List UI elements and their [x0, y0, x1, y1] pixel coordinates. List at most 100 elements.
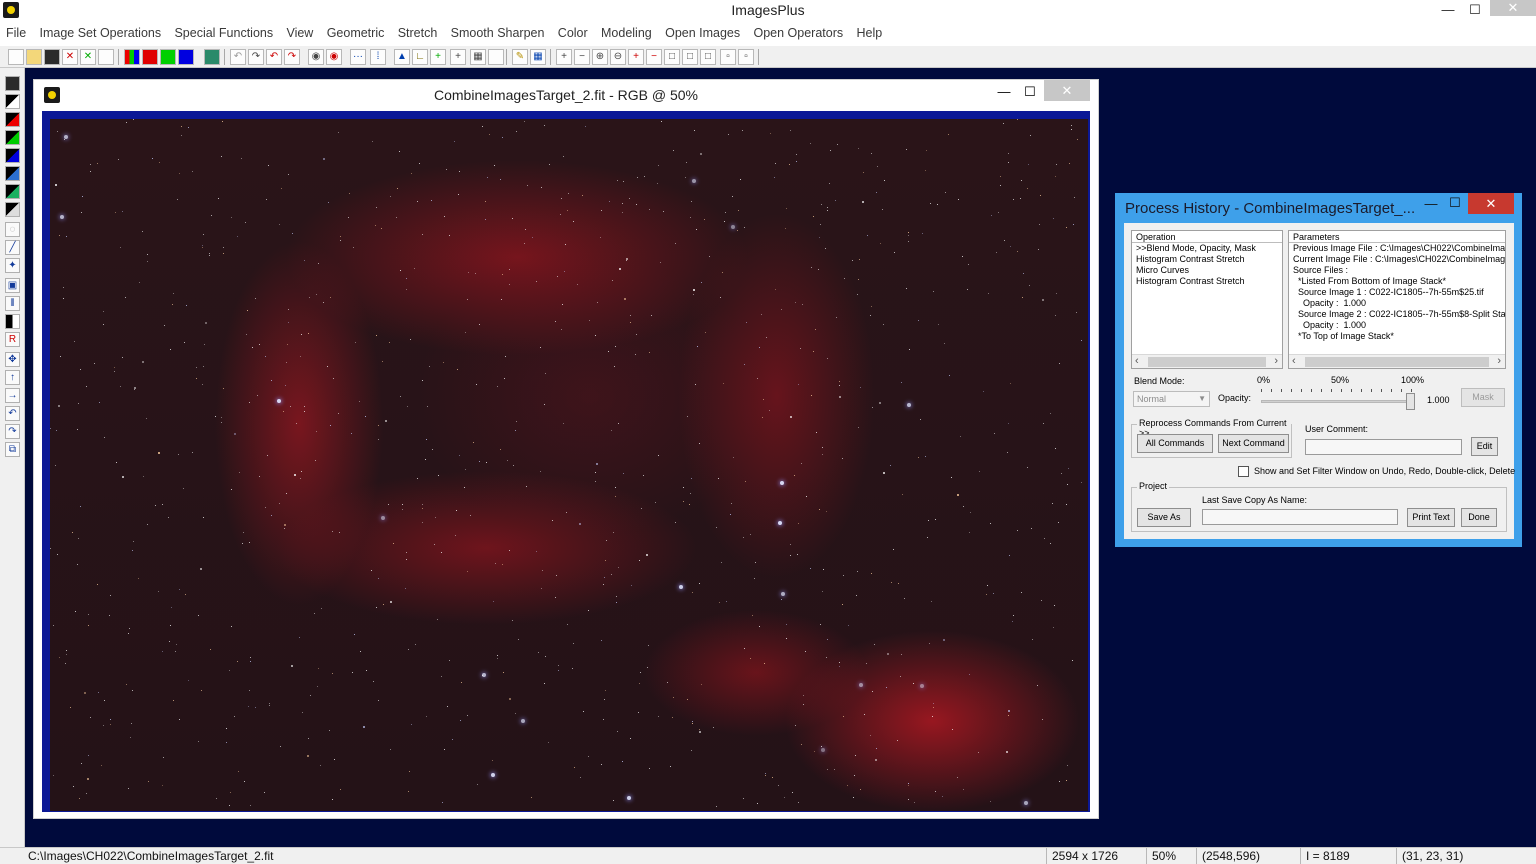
- frame-2-icon[interactable]: □: [682, 49, 698, 65]
- zoom-actual-icon[interactable]: ⊖: [610, 49, 626, 65]
- mask-red-target-icon[interactable]: ◉: [326, 49, 342, 65]
- menu-image-set-operations[interactable]: Image Set Operations: [40, 22, 162, 44]
- image-window-close-button[interactable]: ✕: [1044, 80, 1090, 101]
- tool-square-icon[interactable]: ▣: [5, 278, 20, 293]
- tool-teal-icon[interactable]: [5, 184, 20, 199]
- crosshair-green-icon[interactable]: +: [430, 49, 446, 65]
- save-as-button[interactable]: Save As: [1137, 508, 1191, 527]
- save-disk-icon[interactable]: [44, 49, 60, 65]
- nebula-image[interactable]: [50, 119, 1088, 811]
- tool-split-icon[interactable]: [5, 314, 20, 329]
- operation-list[interactable]: Operation >>Blend Mode, Opacity, Mask Hi…: [1131, 230, 1283, 369]
- new-file-icon[interactable]: [8, 49, 24, 65]
- tool-bars-icon[interactable]: ⫴: [5, 296, 20, 311]
- last-save-name-field[interactable]: [1202, 509, 1398, 525]
- tool-gray-icon[interactable]: [5, 202, 20, 217]
- tool-black-icon[interactable]: [5, 94, 20, 109]
- process-history-maximize-button[interactable]: ☐: [1444, 195, 1466, 211]
- dots-line-icon[interactable]: ···: [350, 49, 366, 65]
- process-history-close-button[interactable]: ✕: [1468, 193, 1514, 214]
- scroll-right-icon[interactable]: ›: [1497, 355, 1501, 368]
- redo-all-icon[interactable]: ↷: [284, 49, 300, 65]
- undo-icon[interactable]: ↶: [266, 49, 282, 65]
- frame-3-icon[interactable]: □: [700, 49, 716, 65]
- tool-star-icon[interactable]: ✦: [5, 258, 20, 273]
- menu-smooth-sharpen[interactable]: Smooth Sharpen: [451, 22, 545, 44]
- tool-r-icon[interactable]: R: [5, 332, 20, 347]
- zoom-in-icon[interactable]: +: [556, 49, 572, 65]
- red-channel-icon[interactable]: [142, 49, 158, 65]
- parameters-scrollbar[interactable]: ‹ ›: [1289, 354, 1505, 368]
- show-filter-checkbox[interactable]: [1238, 466, 1249, 477]
- tool-right-arrow-icon[interactable]: →: [5, 388, 20, 403]
- mask-target-icon[interactable]: ◉: [308, 49, 324, 65]
- scroll-thumb[interactable]: [1305, 357, 1489, 367]
- image-edit-icon[interactable]: [488, 49, 504, 65]
- frame-5-icon[interactable]: ▫: [738, 49, 754, 65]
- operation-header[interactable]: Operation: [1132, 231, 1282, 243]
- user-comment-field[interactable]: [1305, 439, 1462, 455]
- print-text-button[interactable]: Print Text: [1407, 508, 1455, 527]
- operation-item[interactable]: Histogram Contrast Stretch: [1132, 276, 1282, 287]
- scroll-left-icon[interactable]: ‹: [1135, 355, 1139, 368]
- menu-color[interactable]: Color: [558, 22, 588, 44]
- tool-cyan-icon[interactable]: [5, 166, 20, 181]
- print-icon[interactable]: [98, 49, 114, 65]
- table-icon[interactable]: ▦: [530, 49, 546, 65]
- frame-4-icon[interactable]: ▫: [720, 49, 736, 65]
- done-button[interactable]: Done: [1461, 508, 1497, 527]
- scroll-left-icon[interactable]: ‹: [1292, 355, 1296, 368]
- image-window[interactable]: CombineImagesTarget_2.fit - RGB @ 50% — …: [33, 79, 1099, 819]
- opacity-slider-track[interactable]: [1261, 400, 1411, 403]
- close-image-icon[interactable]: ✕: [62, 49, 78, 65]
- parameters-header[interactable]: Parameters: [1289, 231, 1505, 243]
- tool-green-icon[interactable]: [5, 130, 20, 145]
- curve-icon[interactable]: ∟: [412, 49, 428, 65]
- operation-item[interactable]: Micro Curves: [1132, 265, 1282, 276]
- next-command-button[interactable]: Next Command: [1218, 434, 1289, 453]
- frame-1-icon[interactable]: □: [664, 49, 680, 65]
- dots-graph-icon[interactable]: ⁞: [370, 49, 386, 65]
- remove-window-icon[interactable]: −: [646, 49, 662, 65]
- menu-view[interactable]: View: [286, 22, 313, 44]
- open-folder-icon[interactable]: [26, 49, 42, 65]
- app-close-button[interactable]: ✕: [1490, 0, 1536, 16]
- scroll-right-icon[interactable]: ›: [1274, 355, 1278, 368]
- tool-blue-icon[interactable]: [5, 148, 20, 163]
- app-maximize-button[interactable]: ☐: [1461, 0, 1489, 22]
- operation-scrollbar[interactable]: ‹ ›: [1132, 354, 1282, 368]
- menu-geometric[interactable]: Geometric: [327, 22, 385, 44]
- tool-slash-icon[interactable]: ╱: [5, 240, 20, 255]
- triangle-histogram-icon[interactable]: ▲: [394, 49, 410, 65]
- tool-move-icon[interactable]: ✥: [5, 352, 20, 367]
- pencil-icon[interactable]: ✎: [512, 49, 528, 65]
- parameters-list[interactable]: Parameters Previous Image File : C:\Imag…: [1288, 230, 1506, 369]
- green-channel-icon[interactable]: [160, 49, 176, 65]
- zoom-fit-icon[interactable]: ⊕: [592, 49, 608, 65]
- tool-red-icon[interactable]: [5, 112, 20, 127]
- save-tool-icon[interactable]: [5, 76, 20, 91]
- image-window-minimize-button[interactable]: —: [992, 84, 1016, 104]
- tool-lasso-icon[interactable]: ◌: [5, 222, 20, 237]
- redo-icon[interactable]: ↷: [248, 49, 264, 65]
- mask-button[interactable]: Mask: [1461, 388, 1505, 407]
- scroll-thumb[interactable]: [1148, 357, 1266, 367]
- crosshair-icon[interactable]: +: [450, 49, 466, 65]
- menu-special-functions[interactable]: Special Functions: [174, 22, 273, 44]
- menu-modeling[interactable]: Modeling: [601, 22, 652, 44]
- tool-up-arrow-icon[interactable]: ↑: [5, 370, 20, 385]
- add-window-icon[interactable]: +: [628, 49, 644, 65]
- image-window-maximize-button[interactable]: ☐: [1018, 84, 1042, 104]
- close-all-icon[interactable]: ✕: [80, 49, 96, 65]
- rgb-channels-icon[interactable]: [124, 49, 140, 65]
- opacity-slider-thumb[interactable]: [1406, 393, 1415, 410]
- operation-item[interactable]: >>Blend Mode, Opacity, Mask: [1132, 243, 1282, 254]
- menu-help[interactable]: Help: [856, 22, 882, 44]
- calculator-icon[interactable]: [204, 49, 220, 65]
- undo-disabled-icon[interactable]: ↶: [230, 49, 246, 65]
- tool-page-icon[interactable]: ⧉: [5, 442, 20, 457]
- all-commands-button[interactable]: All Commands: [1137, 434, 1213, 453]
- operation-item[interactable]: Histogram Contrast Stretch: [1132, 254, 1282, 265]
- menu-stretch[interactable]: Stretch: [398, 22, 438, 44]
- grid-icon[interactable]: ▦: [470, 49, 486, 65]
